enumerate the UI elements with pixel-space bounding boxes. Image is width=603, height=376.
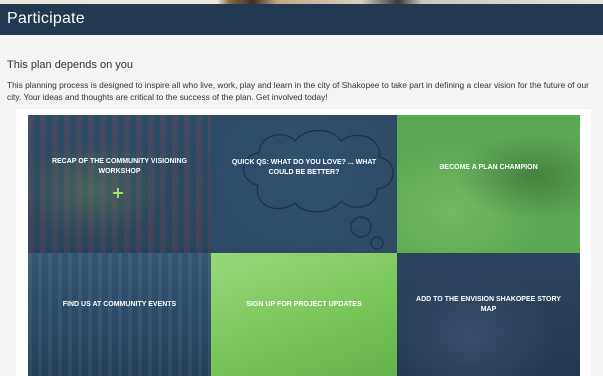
tile-label: RECAP OF THE COMMUNITY VISIONING WORKSHO…: [51, 158, 188, 175]
page-title: Participate: [7, 10, 85, 27]
tile-background-photo: [28, 115, 211, 253]
section-header: Participate: [0, 4, 603, 35]
tile-label: ADD TO THE ENVISION SHAKOPEE STORY MAP: [416, 296, 561, 313]
plus-icon: [113, 188, 123, 198]
intro-text: This planning process is designed to ins…: [7, 80, 589, 102]
tile-project-updates-signup[interactable]: SIGN UP FOR PROJECT UPDATES: [211, 253, 397, 376]
tile-background-photo: [397, 115, 580, 253]
tile-background-photo: [211, 253, 397, 376]
tile-quick-questions[interactable]: QUICK QS: WHAT DO YOU LOVE? ... WHAT COU…: [211, 115, 397, 253]
tile-background-photo: [28, 253, 211, 376]
tile-become-plan-champion[interactable]: BECOME A PLAN CHAMPION: [397, 115, 580, 253]
tile-label: SIGN UP FOR PROJECT UPDATES: [246, 301, 362, 308]
tile-visioning-workshop-recap[interactable]: RECAP OF THE COMMUNITY VISIONING WORKSHO…: [28, 115, 211, 253]
tile-label: BECOME A PLAN CHAMPION: [439, 164, 538, 171]
tile-label: FIND US AT COMMUNITY EVENTS: [62, 301, 177, 308]
tile-label: QUICK QS: WHAT DO YOU LOVE? ... WHAT COU…: [231, 159, 377, 176]
intro-subheading: This plan depends on you: [7, 59, 133, 71]
thought-bubble-icon: [243, 129, 394, 250]
tile-community-events[interactable]: FIND US AT COMMUNITY EVENTS: [28, 253, 211, 376]
tile-story-map[interactable]: ADD TO THE ENVISION SHAKOPEE STORY MAP: [397, 253, 580, 376]
